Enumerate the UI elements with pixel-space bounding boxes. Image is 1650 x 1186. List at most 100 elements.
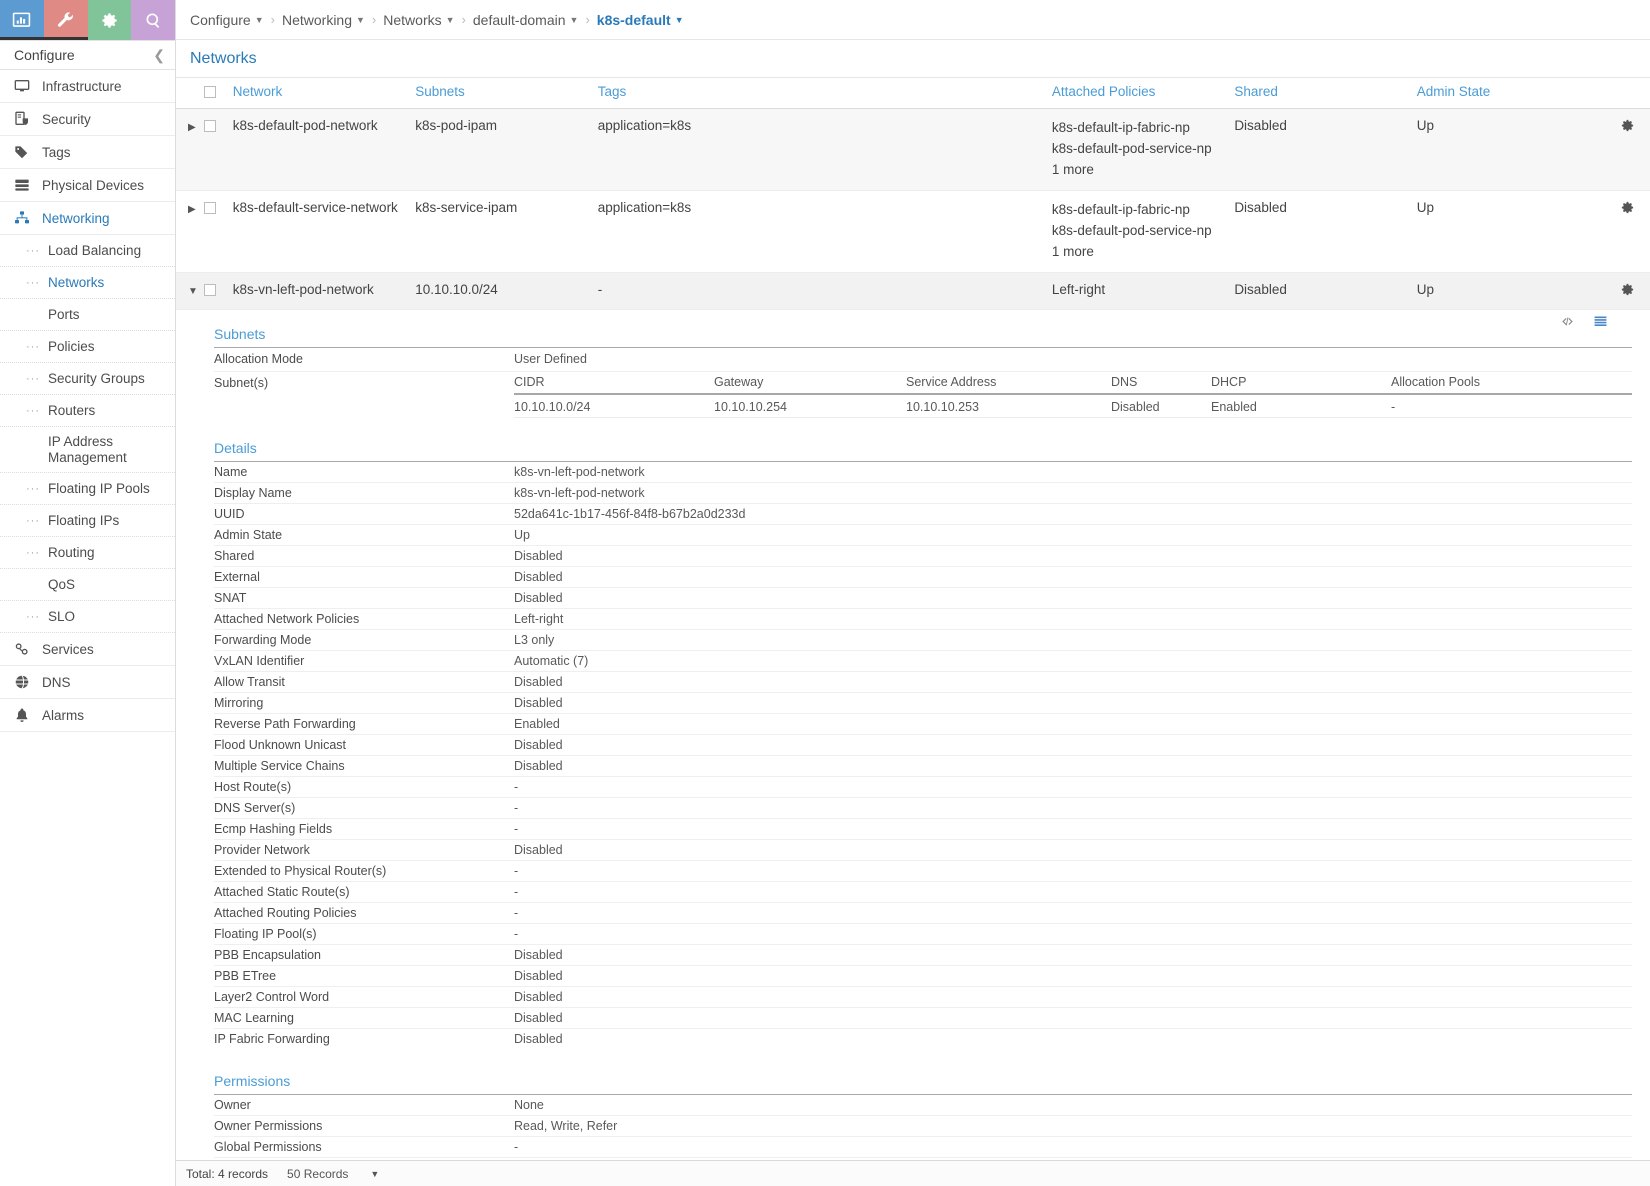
allocation-mode-row: Allocation Mode User Defined [214,348,1632,372]
subnet-cidr: 10.10.10.0/24 [514,393,714,418]
detail-value: Disabled [514,587,1632,609]
detail-label: Provider Network [214,839,514,861]
row-checkbox[interactable] [204,283,217,296]
sidebar-item-floating-ips[interactable]: ··· Floating IPs [0,505,175,537]
gear-icon[interactable] [1609,200,1646,218]
detail-row: Floating IP Pool(s) - [214,923,1632,945]
detail-value: Disabled [514,1031,563,1046]
column-header-subnets[interactable]: Subnets [415,78,598,109]
cell-subnets: 10.10.10.0/24 [415,272,598,310]
detail-label: MAC Learning [214,1007,514,1029]
sidebar-item-alarms[interactable]: Alarms [0,699,175,732]
row-expand-cell[interactable]: ▶ [176,190,205,273]
policy-item: k8s-default-ip-fabric-np [1051,201,1190,217]
column-header-tags[interactable]: Tags [597,78,1052,109]
sidebar-item-dns[interactable]: DNS [0,666,175,699]
row-select-cell[interactable] [204,272,233,310]
chevron-right-icon[interactable]: ▶ [176,204,196,215]
column-header-network[interactable]: Network [232,78,416,109]
detail-label: Display Name [214,482,514,504]
table-header: Network Subnets Tags Attached Policies S… [176,78,1650,109]
row-select-cell[interactable] [204,190,233,273]
row-actions-cell[interactable] [1609,190,1650,273]
server-icon [12,177,32,193]
sidebar-item-infrastructure[interactable]: Infrastructure [0,70,175,103]
detail-label: External [214,566,514,588]
detail-label: Attached Routing Policies [214,902,514,924]
select-all-checkbox[interactable] [204,86,217,99]
sidebar-item-floating-ip-pools[interactable]: ··· Floating IP Pools [0,473,175,505]
chevron-right-icon[interactable]: ▶ [176,122,196,133]
records-per-page-select[interactable]: 50 Records ▼ [282,1165,384,1183]
sidebar-item-networking[interactable]: Networking [0,202,175,235]
row-checkbox[interactable] [204,120,217,133]
detail-label: IP Fabric Forwarding [214,1031,330,1046]
sidebar-item-ports[interactable]: Ports [0,299,175,331]
table-body: ▶ k8s-default-pod-network k8s-pod-ipam a… [176,108,1650,1160]
permission-row: Shared List- [214,1157,1632,1160]
sidebar-item-security-groups[interactable]: ··· Security Groups [0,363,175,395]
gear-icon [102,12,117,28]
search-icon-button[interactable] [131,0,175,40]
subnets-row: Subnet(s) CIDR Gateway Service Address D… [214,372,1632,418]
breadcrumb-separator: › [585,12,590,27]
row-collapse-cell[interactable]: ▼ [176,272,205,310]
table-row[interactable]: ▶ k8s-default-pod-network k8s-pod-ipam a… [176,108,1650,191]
detail-row: Extended to Physical Router(s) - [214,860,1632,882]
table-row[interactable]: ▼ k8s-vn-left-pod-network 10.10.10.0/24 … [176,272,1650,310]
chevron-down-icon: ▼ [569,14,579,25]
sidebar-item-ip-address-management[interactable]: IP Address Management [0,427,175,473]
breadcrumb: Configure ▼ › Networking ▼ › Networks ▼ › d… [176,0,1650,40]
breadcrumb-item-configure[interactable]: Configure ▼ [190,12,264,28]
detail-value: Automatic (7) [514,650,1632,672]
sidebar-item-qos[interactable]: QoS [0,569,175,601]
sidebar-subitem-label: Load Balancing [48,242,142,258]
app-switcher [0,0,175,40]
breadcrumb-item-networking[interactable]: Networking ▼ [282,12,365,28]
sidebar-item-policies[interactable]: ··· Policies [0,331,175,363]
subnet-column-cidr: CIDR [514,372,714,395]
breadcrumb-item-k8s-default[interactable]: k8s-default ▼ [597,12,684,28]
sidebar-subitem-label: QoS [48,576,76,592]
permission-row: Owner Permissions Read, Write, Refer [214,1115,1632,1137]
sidebar-item-security[interactable]: Security [0,103,175,136]
list-view-icon[interactable] [1593,314,1608,332]
row-actions-cell[interactable] [1609,108,1650,191]
sidebar-item-routers[interactable]: ··· Routers [0,395,175,427]
sidebar-collapse-icon[interactable]: ❮ [153,47,165,64]
code-icon[interactable] [1560,314,1575,332]
policy-more-link[interactable]: 1 more [1052,160,1230,181]
sidebar-item-physical-devices[interactable]: Physical Devices [0,169,175,202]
row-expand-cell[interactable]: ▶ [176,108,205,191]
sidebar-item-label: Security [42,111,91,127]
policy-more-link[interactable]: 1 more [1052,242,1230,263]
gear-icon-button[interactable] [87,0,132,40]
gear-icon[interactable] [1609,282,1646,300]
permission-value: - [514,1157,1632,1160]
globe-icon [12,674,32,690]
detail-value: - [514,902,1632,924]
breadcrumb-item-default-domain[interactable]: default-domain ▼ [473,12,579,28]
table-row[interactable]: ▶ k8s-default-service-network k8s-servic… [176,190,1650,273]
chevron-down-icon[interactable]: ▼ [176,286,198,297]
sidebar-item-slo[interactable]: ··· SLO [0,601,175,633]
monitor-icon-button[interactable] [0,0,44,40]
breadcrumb-item-networks[interactable]: Networks ▼ [383,12,454,28]
row-actions-cell[interactable] [1609,272,1650,310]
column-header-admin-state[interactable]: Admin State [1416,78,1610,109]
details-table: Name k8s-vn-left-pod-network Display Name… [214,461,1632,1049]
column-header-attached-policies[interactable]: Attached Policies [1051,78,1235,109]
gear-icon[interactable] [1609,118,1646,136]
sidebar-item-load-balancing[interactable]: ··· Load Balancing [0,235,175,267]
row-checkbox[interactable] [204,202,217,215]
row-select-cell[interactable] [204,108,233,191]
cell-tags: application=k8s [597,190,1052,273]
sidebar-item-networks[interactable]: ··· Networks [0,267,175,299]
column-header-shared[interactable]: Shared [1234,78,1417,109]
sidebar-item-routing[interactable]: ··· Routing [0,537,175,569]
wrench-icon-button[interactable] [43,0,88,40]
detail-value: - [514,818,1632,840]
sidebar-item-services[interactable]: Services [0,633,175,666]
sidebar-item-tags[interactable]: Tags [0,136,175,169]
cell-admin-state: Up [1416,190,1610,273]
